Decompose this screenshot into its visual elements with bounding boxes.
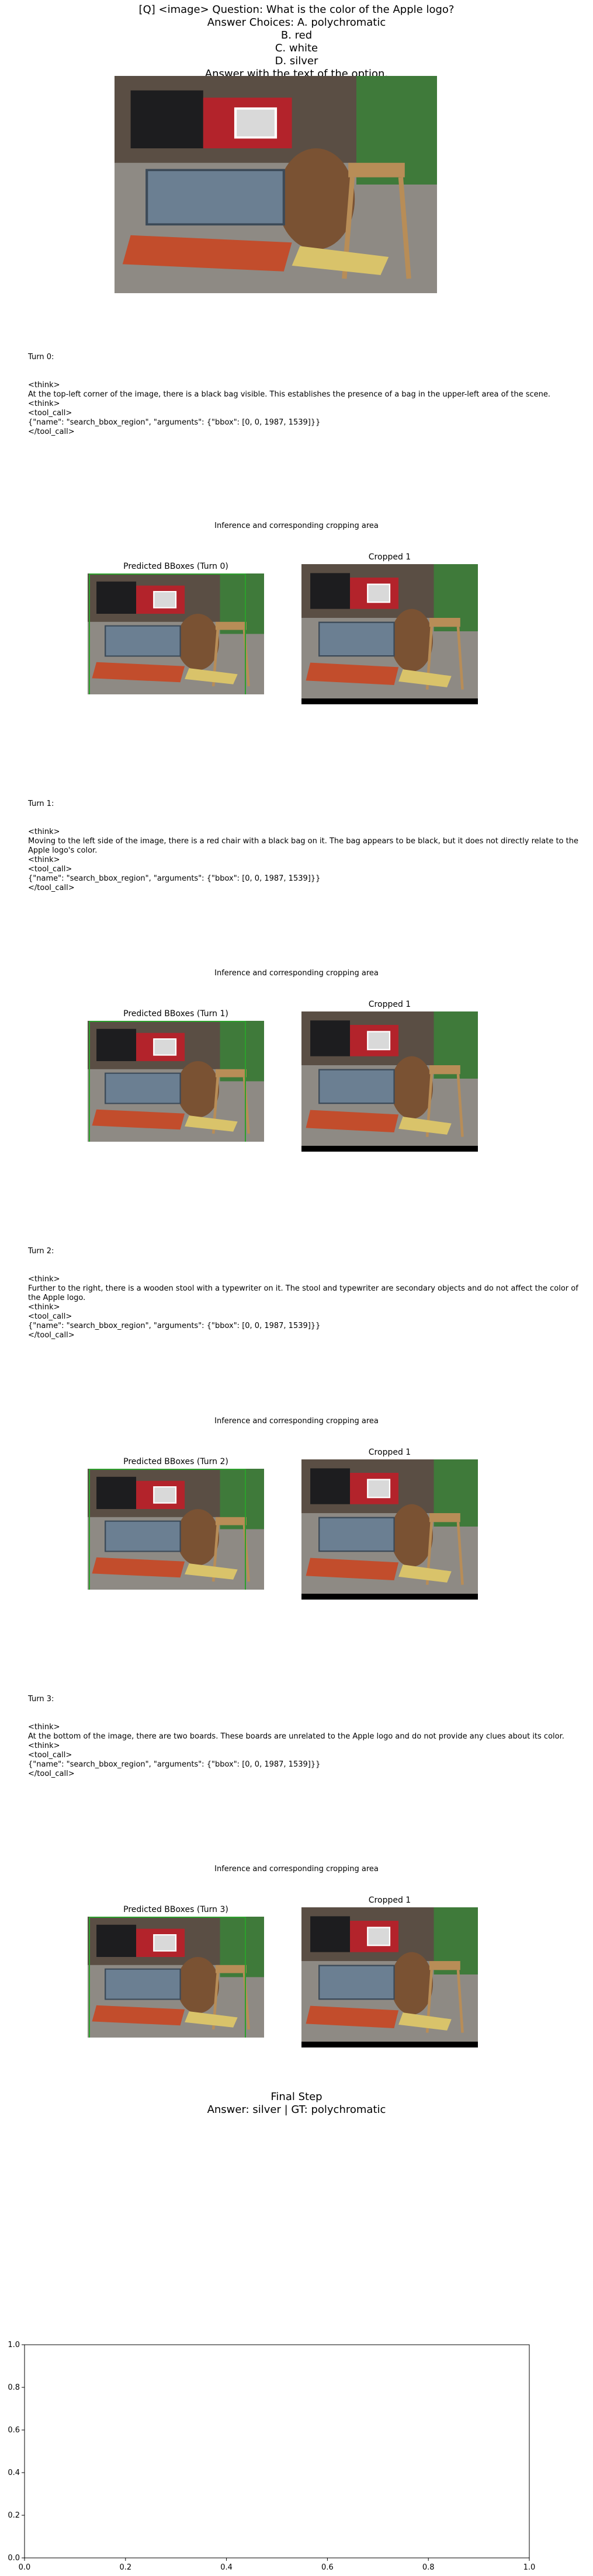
x-tick-label: 0.2 xyxy=(119,2563,131,2572)
turn-3-text: Turn 3: <think> At the bottom of the ima… xyxy=(28,1676,589,1788)
turn-body: <think> Further to the right, there is a… xyxy=(28,1275,578,1340)
x-tick-label: 0.6 xyxy=(321,2563,334,2572)
crop-title: Cropped 1 xyxy=(368,1896,411,1905)
y-tick-label: 0.8 xyxy=(8,2383,20,2392)
question-line: C. white xyxy=(275,42,318,54)
cropped-image xyxy=(301,1907,478,2047)
predicted-bbox xyxy=(89,573,246,694)
question-line: B. red xyxy=(280,29,313,41)
x-tick-label: 0.8 xyxy=(422,2563,435,2572)
x-tick-label: 1.0 xyxy=(523,2563,536,2572)
cropped-image xyxy=(301,1459,478,1600)
turn-label: Turn 3: xyxy=(28,1695,54,1704)
main-image xyxy=(115,76,437,293)
turn-body: <think> Moving to the left side of the i… xyxy=(28,828,578,892)
pred-bbox-image xyxy=(88,1021,264,1142)
predicted-bbox xyxy=(89,1469,246,1590)
section-title: Inference and corresponding cropping are… xyxy=(214,969,379,978)
x-tick-label: 0.0 xyxy=(19,2563,31,2572)
cropped-image xyxy=(301,1011,478,1152)
question-line: [Q] <image> Question: What is the color … xyxy=(138,4,455,16)
pred-bbox-image xyxy=(88,1469,264,1590)
final-step: Final Step Answer: silver | GT: polychro… xyxy=(0,2091,593,2116)
y-tick-label: 0.4 xyxy=(8,2469,20,2477)
question-block: [Q] <image> Question: What is the color … xyxy=(0,4,593,81)
cropped-image xyxy=(301,564,478,704)
y-tick-label: 0.6 xyxy=(8,2426,20,2435)
pred-bbox-title: Predicted BBoxes (Turn 0) xyxy=(123,562,228,571)
final-answer: Answer: silver | GT: polychromatic xyxy=(207,2104,386,2116)
section-title: Inference and corresponding cropping are… xyxy=(214,1865,379,1873)
predicted-bbox xyxy=(89,1917,246,2038)
axes-frame xyxy=(24,2344,530,2558)
turn-body: <think> At the top-left corner of the im… xyxy=(28,381,551,436)
turn-label: Turn 1: xyxy=(28,799,54,808)
pred-bbox-title: Predicted BBoxes (Turn 2) xyxy=(123,1457,228,1466)
predicted-bbox xyxy=(89,1021,246,1142)
crop-title: Cropped 1 xyxy=(368,1448,411,1457)
turn-label: Turn 2: xyxy=(28,1247,54,1256)
empty-axes-svg: 0.0 0.2 0.4 0.6 0.8 1.0 0.0 0.2 0.4 0.6 0.8 1.0 xyxy=(8,2341,536,2572)
turn-1-text: Turn 1: <think> Moving to the left side … xyxy=(28,781,589,902)
turn-body: <think> At the bottom of the image, ther… xyxy=(28,1723,564,1778)
x-tick-label: 0.4 xyxy=(220,2563,233,2572)
question-line: D. silver xyxy=(275,55,318,67)
final-title: Final Step xyxy=(271,2091,322,2103)
turn-label: Turn 0: xyxy=(28,353,54,361)
crop-title: Cropped 1 xyxy=(368,1000,411,1009)
y-tick-label: 0.0 xyxy=(8,2554,20,2563)
turn-0-text: Turn 0: <think> At the top-left corner o… xyxy=(28,334,589,446)
pred-bbox-title: Predicted BBoxes (Turn 3) xyxy=(123,1905,228,1914)
section-title: Inference and corresponding cropping are… xyxy=(214,1417,379,1426)
turn-2-text: Turn 2: <think> Further to the right, th… xyxy=(28,1228,589,1350)
pred-bbox-title: Predicted BBoxes (Turn 1) xyxy=(123,1009,228,1018)
empty-axes: 0.0 0.2 0.4 0.6 0.8 1.0 0.0 0.2 0.4 0.6 0.8 1.0 xyxy=(0,2341,593,2576)
question-line: Answer Choices: A. polychromatic xyxy=(207,16,386,29)
crop-title: Cropped 1 xyxy=(368,552,411,562)
section-title: Inference and corresponding cropping are… xyxy=(214,522,379,530)
y-tick-label: 1.0 xyxy=(8,2341,20,2349)
pred-bbox-image xyxy=(88,1917,264,2038)
y-tick-label: 0.2 xyxy=(8,2511,20,2520)
pred-bbox-image xyxy=(88,573,264,694)
